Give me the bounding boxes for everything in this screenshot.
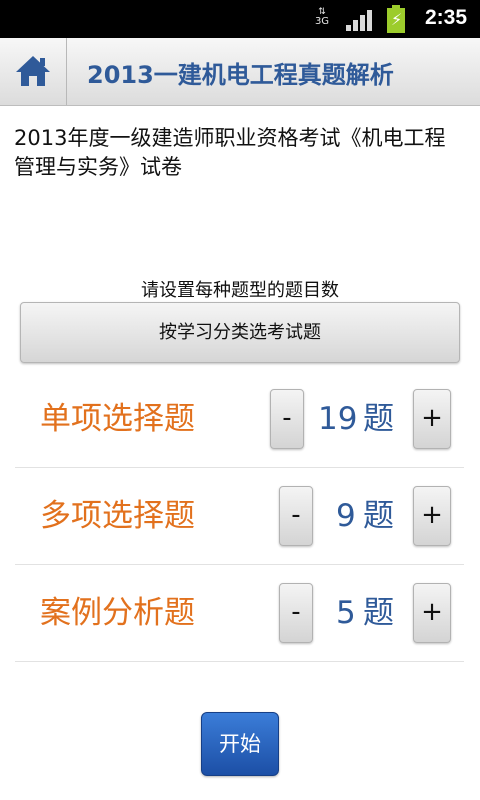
home-button[interactable] [0,38,67,105]
decrease-button[interactable]: - [270,389,304,449]
signal-strength-icon [346,9,372,31]
app-header: 2013一建机电工程真题解析 [0,38,480,106]
question-type-label: 单项选择题 [40,401,195,437]
question-count: 19 [318,401,358,437]
question-type-label: 多项选择题 [40,498,195,534]
start-button[interactable]: 开始 [201,712,279,776]
increase-button[interactable]: + [413,583,451,643]
question-type-label: 案例分析题 [40,595,195,631]
exam-description: 2013年度一级建造师职业资格考试《机电工程管理与实务》试卷 [14,126,446,179]
increase-button[interactable]: + [413,389,451,449]
question-unit: 题 [363,595,394,631]
question-unit: 题 [363,498,394,534]
question-count: 5 [336,595,356,631]
home-icon [16,56,50,86]
decrease-button[interactable]: - [279,486,313,546]
question-type-row-case-analysis: 案例分析题 - 5 题 + [15,565,464,662]
increase-button[interactable]: + [413,486,451,546]
status-time: 2:35 [425,6,468,29]
decrease-button[interactable]: - [279,583,313,643]
page-title: 2013一建机电工程真题解析 [87,61,394,89]
question-count: 9 [336,498,356,534]
question-type-row-single-choice: 单项选择题 - 19 题 + [15,371,464,468]
settings-prompt: 请设置每种题型的题目数 [141,280,339,301]
network-3g-icon: ⇅ 3G [314,7,330,27]
select-by-category-button[interactable]: 按学习分类选考试题 [20,302,460,363]
battery-charging-icon: ⚡ [387,5,405,33]
status-bar: ⇅ 3G ⚡ 2:35 [0,0,480,38]
question-unit: 题 [363,401,394,437]
question-type-row-multiple-choice: 多项选择题 - 9 题 + [15,468,464,565]
